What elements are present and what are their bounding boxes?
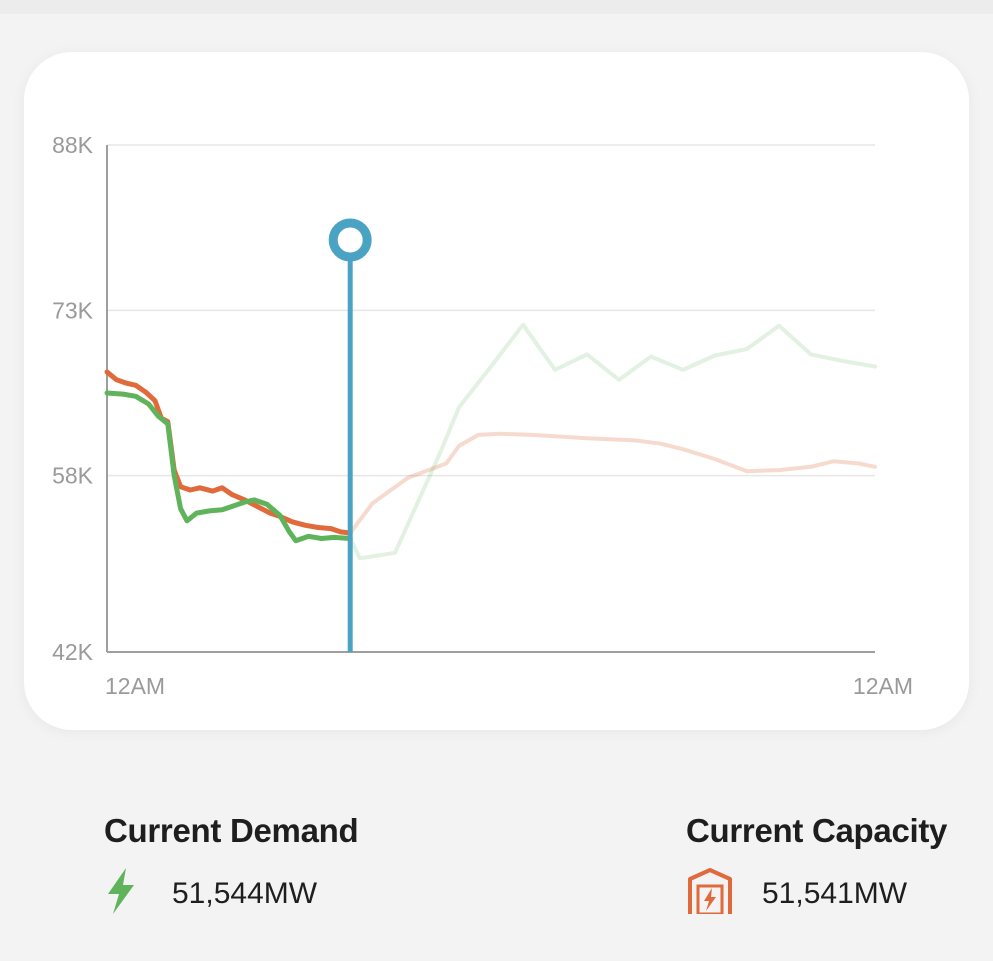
y-tick-label: 88K — [52, 132, 94, 158]
series-layer — [104, 322, 877, 561]
current-capacity-title: Current Capacity — [686, 812, 948, 849]
y-tick-label: 73K — [52, 297, 94, 323]
y-tick-label: 42K — [52, 639, 94, 665]
marker-layer[interactable] — [328, 218, 372, 652]
x-tick-label: 12AM — [105, 673, 165, 699]
chart-card: 88K 73K 58K 42K 12AM 12AM — [24, 52, 969, 730]
current-time-handle — [328, 218, 372, 262]
lightning-bolt-icon — [104, 868, 138, 919]
demand-actual-line — [104, 390, 353, 544]
current-demand-stat: Current Demand 51,544MW — [104, 812, 359, 919]
current-demand-row: 51,544MW — [104, 868, 358, 919]
demand-forecast-line — [348, 322, 877, 561]
x-tick-label: 12AM — [853, 673, 913, 699]
power-plant-icon — [686, 868, 734, 919]
capacity-forecast-line — [348, 431, 877, 535]
current-capacity-value: 51,541MW — [762, 876, 908, 910]
top-strip — [0, 0, 993, 14]
current-capacity-stat: Current Capacity 51,541MW — [686, 812, 947, 919]
y-tick-label: 58K — [52, 463, 94, 489]
demand-capacity-chart[interactable]: 88K 73K 58K 42K 12AM 12AM — [24, 52, 969, 730]
current-demand-value: 51,544MW — [172, 876, 318, 910]
current-demand-title: Current Demand — [104, 812, 359, 849]
tick-layer: 88K 73K 58K 42K 12AM 12AM — [52, 132, 913, 699]
current-capacity-row: 51,541MW — [686, 868, 947, 919]
grid-layer — [106, 144, 875, 653]
